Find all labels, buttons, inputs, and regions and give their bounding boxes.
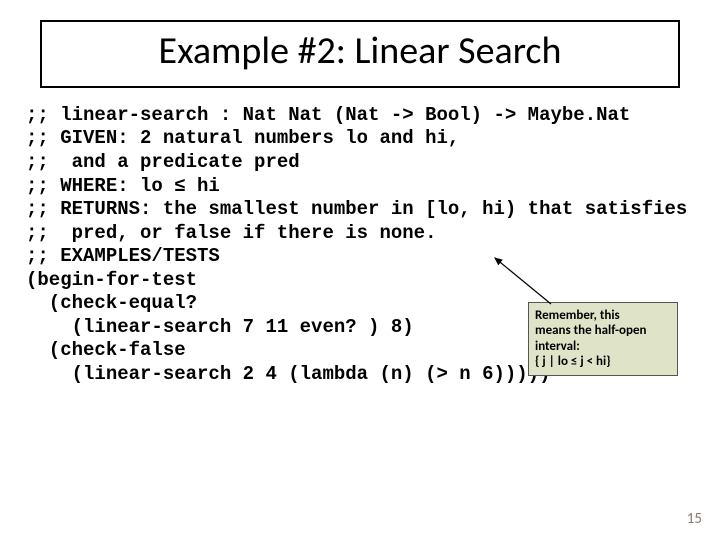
callout-line: means the half-open <box>535 323 671 338</box>
code-line: (check-equal? <box>26 292 197 314</box>
code-line: ;; RETURNS: the smallest number in [lo, … <box>26 198 687 220</box>
callout-line: interval: <box>535 339 671 354</box>
code-line: ;; EXAMPLES/TESTS <box>26 245 220 267</box>
code-line: (begin-for-test <box>26 269 197 291</box>
slide: Example #2: Linear Search ;; linear-sear… <box>0 0 720 540</box>
code-line: (linear-search 7 11 even? ) 8) <box>26 316 414 338</box>
code-line: ;; and a predicate pred <box>26 151 300 173</box>
code-line: (linear-search 2 4 (lambda (n) (> n 6)))… <box>26 363 551 385</box>
code-line: ;; pred, or false if there is none. <box>26 222 436 244</box>
code-line: (check-false <box>26 339 186 361</box>
title-box: Example #2: Linear Search <box>40 20 680 88</box>
callout-line: { j | lo ≤ j < hi} <box>535 354 671 369</box>
page-number: 15 <box>687 510 702 528</box>
code-line: ;; GIVEN: 2 natural numbers lo and hi, <box>26 127 459 149</box>
callout-line: Remember, this <box>535 308 671 323</box>
slide-title: Example #2: Linear Search <box>50 32 670 72</box>
code-line: ;; linear-search : Nat Nat (Nat -> Bool)… <box>26 104 630 126</box>
code-line: ;; WHERE: lo ≤ hi <box>26 175 220 197</box>
callout-box: Remember, this means the half-open inter… <box>528 302 678 376</box>
